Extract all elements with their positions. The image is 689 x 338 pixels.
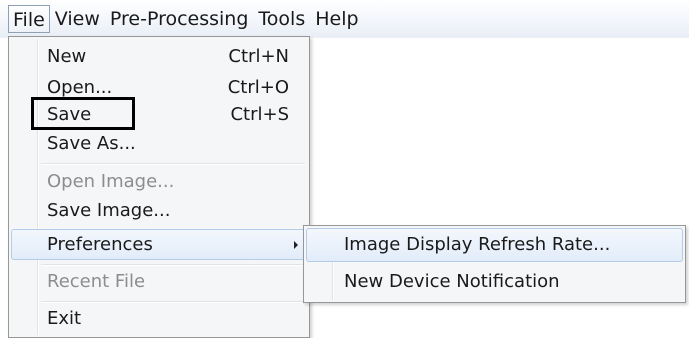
menu-pre-processing[interactable]: Pre-Processing	[105, 5, 254, 33]
menu-item-save[interactable]: Save Ctrl+S	[11, 99, 307, 130]
menu-help[interactable]: Help	[310, 5, 363, 33]
menu-separator	[41, 163, 305, 165]
menu-file[interactable]: File	[8, 4, 50, 33]
menu-item-exit-label: Exit	[47, 308, 82, 329]
submenu-item-new-device-notification[interactable]: New Device Notification	[306, 265, 683, 299]
submenu-item-image-display-refresh-rate-label: Image Display Refresh Rate...	[344, 234, 611, 255]
menu-item-save-as[interactable]: Save As...	[11, 128, 307, 159]
menu-item-save-label: Save	[47, 104, 92, 125]
menu-item-recent-file[interactable]: Recent File	[11, 266, 307, 297]
application-window: File View Pre-Processing Tools Help New …	[0, 0, 689, 338]
menu-item-exit[interactable]: Exit	[11, 303, 307, 334]
preferences-submenu: Image Display Refresh Rate... New Device…	[303, 225, 686, 303]
menu-item-save-shortcut: Ctrl+S	[230, 104, 289, 125]
menu-item-open-image[interactable]: Open Image...	[11, 166, 307, 197]
menu-item-save-image[interactable]: Save Image...	[11, 195, 307, 226]
menu-view[interactable]: View	[50, 5, 105, 33]
menu-item-open-image-label: Open Image...	[47, 171, 175, 192]
menu-item-preferences[interactable]: Preferences	[11, 229, 307, 260]
menu-bar: File View Pre-Processing Tools Help	[0, 0, 689, 38]
submenu-item-new-device-notification-label: New Device Notification	[344, 271, 560, 292]
menu-item-preferences-label: Preferences	[47, 234, 153, 255]
menu-item-new[interactable]: New Ctrl+N	[11, 41, 307, 72]
menu-item-new-label: New	[47, 46, 87, 67]
file-menu-dropdown: New Ctrl+N Open... Ctrl+O Save Ctrl+S Sa…	[8, 36, 310, 338]
menu-item-recent-file-label: Recent File	[47, 271, 146, 292]
menu-item-new-shortcut: Ctrl+N	[228, 46, 289, 67]
menu-item-save-as-label: Save As...	[47, 133, 136, 154]
chevron-right-icon	[294, 241, 298, 249]
submenu-item-image-display-refresh-rate[interactable]: Image Display Refresh Rate...	[306, 228, 683, 262]
menu-tools[interactable]: Tools	[253, 5, 310, 33]
menu-item-save-image-label: Save Image...	[47, 200, 171, 221]
